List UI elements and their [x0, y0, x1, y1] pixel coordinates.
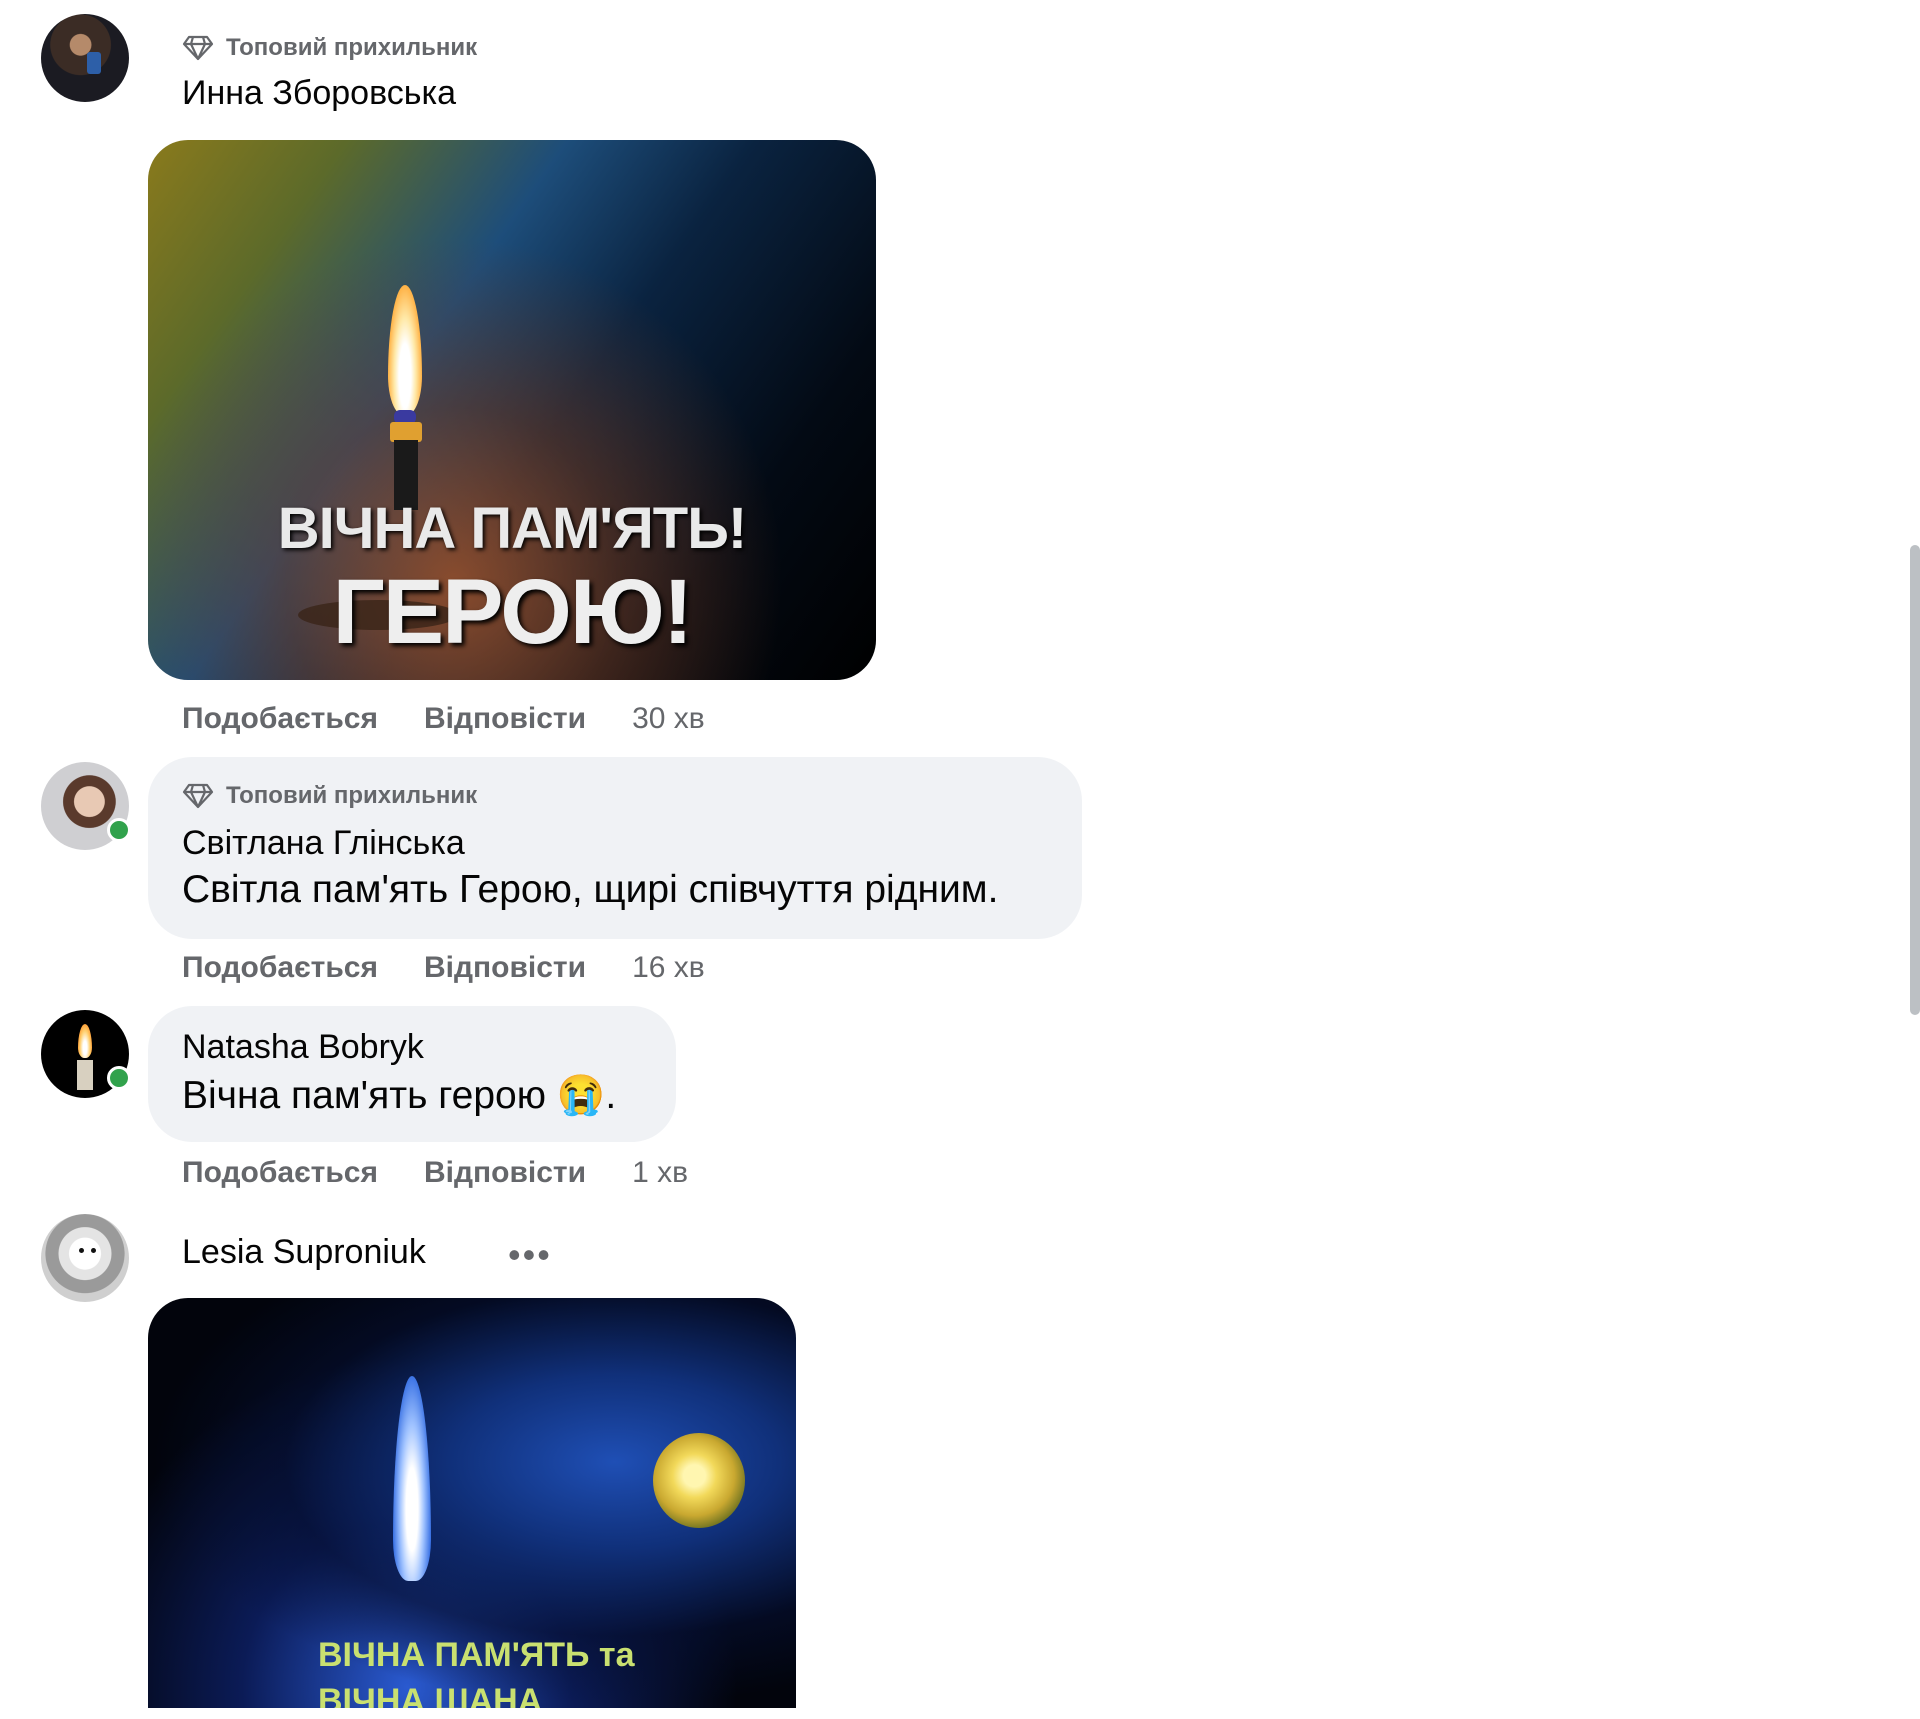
image-caption-line1: ВІЧНА ПАМ'ЯТЬ! [277, 496, 747, 561]
candle-flame-icon [393, 1376, 431, 1581]
comment-text-body: Вічна пам'ять герою [182, 1074, 546, 1117]
like-button[interactable]: Подобається [182, 951, 378, 985]
badge-label: Топовий прихильник [226, 34, 478, 61]
comment-actions: Подобається Відповісти 30 хв [182, 702, 705, 736]
like-button[interactable]: Подобається [182, 702, 378, 736]
online-status-dot [107, 1066, 131, 1090]
avatar-photo [41, 14, 129, 102]
avatar[interactable] [41, 1010, 131, 1098]
diamond-icon [182, 783, 214, 809]
comment-image[interactable]: ВІЧНА ПАМ'ЯТЬ! ГЕРОЮ! [148, 140, 876, 680]
badge-label: Топовий прихильник [226, 782, 478, 809]
comment-time[interactable]: 1 хв [632, 1156, 688, 1190]
comment-text: Світла пам'ять Герою, щирі співчуття рід… [182, 868, 999, 911]
comment-text-end: . [605, 1074, 617, 1117]
comment-author[interactable]: Lesia Suproniuk [182, 1233, 426, 1272]
comment-text: Вічна пам'ять герою 😭. [182, 1072, 616, 1118]
reply-button[interactable]: Відповісти [424, 702, 586, 736]
comment-image[interactable]: ВІЧНА ПАМ'ЯТЬ та ВІЧНА ШАНА [148, 1298, 796, 1708]
top-fan-badge: Топовий прихильник [182, 782, 477, 810]
candle-flame-icon [388, 285, 422, 415]
crying-face-emoji: 😭 [556, 1074, 606, 1117]
like-button[interactable]: Подобається [182, 1156, 378, 1190]
avatar[interactable] [41, 1214, 129, 1302]
comment-author[interactable]: Natasha Bobryk [182, 1028, 424, 1067]
comment-actions: Подобається Відповісти 16 хв [182, 951, 705, 985]
top-fan-badge: Топовий прихильник [182, 34, 477, 62]
comment-actions: Подобається Відповісти 1 хв [182, 1156, 688, 1190]
reply-button[interactable]: Відповісти [424, 951, 586, 985]
image-caption-line1: ВІЧНА ПАМ'ЯТЬ та [318, 1636, 635, 1674]
online-status-dot [107, 818, 131, 842]
avatar[interactable] [41, 14, 129, 102]
comment-author[interactable]: Инна Зборовська [182, 74, 456, 113]
comment-time[interactable]: 16 хв [632, 951, 705, 985]
avatar[interactable] [41, 762, 131, 850]
scrollbar-thumb[interactable] [1910, 545, 1920, 1015]
rose-image [653, 1433, 745, 1528]
comment-time[interactable]: 30 хв [632, 702, 705, 736]
image-caption-line2: ВІЧНА ШАНА [318, 1682, 543, 1708]
comment-author[interactable]: Світлана Глінська [182, 824, 465, 863]
image-caption-line2: ГЕРОЮ! [332, 561, 694, 663]
more-options-button[interactable]: ••• [508, 1234, 552, 1276]
reply-button[interactable]: Відповісти [424, 1156, 586, 1190]
avatar-photo [41, 1214, 129, 1302]
diamond-icon [182, 35, 214, 61]
